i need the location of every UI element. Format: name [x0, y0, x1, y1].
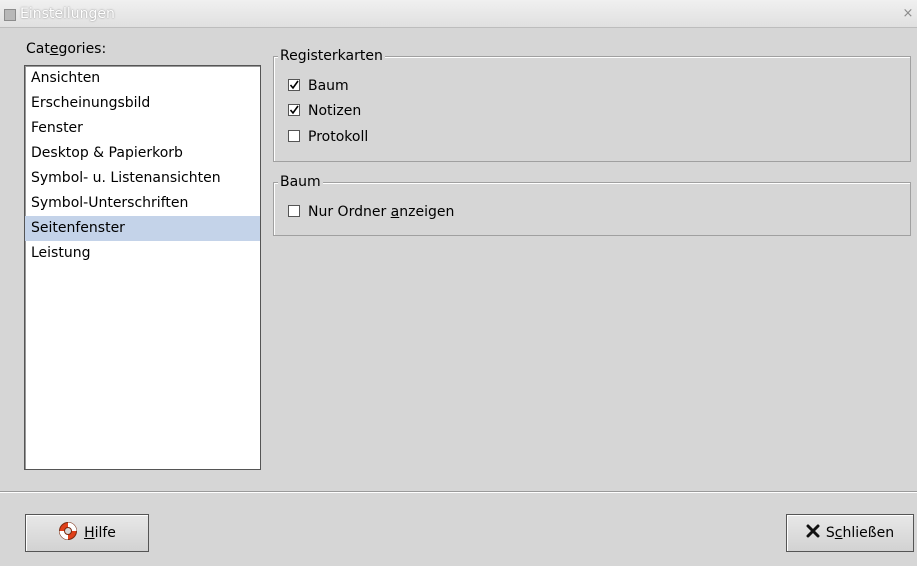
checkbox-nur-ordner-box[interactable]	[288, 205, 300, 217]
tabs-group-title: Registerkarten	[278, 47, 385, 65]
checkbox-baum-label: Baum	[308, 78, 349, 94]
categories-label: Categories:	[26, 41, 107, 57]
lifebuoy-icon	[58, 521, 78, 545]
category-item-leistung[interactable]: Leistung	[25, 241, 260, 266]
close-button-label: Schließen	[825, 525, 895, 541]
window-close-icon[interactable]: ×	[901, 6, 915, 22]
category-item-desktop-papierkorb[interactable]: Desktop & Papierkorb	[25, 141, 260, 166]
checkbox-baum-box[interactable]	[288, 79, 300, 91]
checkbox-notizen-label: Notizen	[308, 103, 362, 119]
category-item-symbol-listenansichten[interactable]: Symbol- u. Listenansichten	[25, 166, 260, 191]
help-button[interactable]: Hilfe	[25, 514, 149, 552]
checkbox-baum[interactable]: Baum	[288, 76, 349, 96]
window-menu-icon[interactable]	[4, 9, 16, 21]
tabs-groupbox: Registerkarten Baum Notizen Protokoll	[273, 47, 911, 162]
tree-group-title: Baum	[278, 173, 323, 191]
checkbox-notizen-box[interactable]	[288, 104, 300, 116]
category-item-fenster[interactable]: Fenster	[25, 116, 260, 141]
help-button-label: Hilfe	[84, 525, 116, 541]
checkbox-protokoll[interactable]: Protokoll	[288, 127, 368, 147]
checkbox-protokoll-box[interactable]	[288, 130, 300, 142]
checkbox-nur-ordner[interactable]: Nur Ordner anzeigen	[288, 202, 454, 222]
checkbox-notizen[interactable]: Notizen	[288, 101, 361, 121]
category-item-seitenfenster[interactable]: Seitenfenster	[25, 216, 260, 241]
checkbox-protokoll-label: Protokoll	[308, 129, 369, 145]
tree-groupbox: Baum Nur Ordner anzeigen	[273, 173, 911, 236]
category-item-symbol-unterschriften[interactable]: Symbol-Unterschriften	[25, 191, 260, 216]
window-titlebar[interactable]: Einstellungen ×	[0, 0, 917, 28]
checkbox-nur-ordner-label: Nur Ordner anzeigen	[308, 204, 455, 220]
category-item-erscheinungsbild[interactable]: Erscheinungsbild	[25, 91, 260, 116]
categories-list[interactable]: Ansichten Erscheinungsbild Fenster Deskt…	[24, 65, 261, 470]
x-icon	[806, 524, 820, 542]
category-item-ansichten[interactable]: Ansichten	[25, 66, 260, 91]
window-title: Einstellungen	[20, 6, 115, 22]
button-separator	[0, 491, 917, 493]
close-button[interactable]: Schließen	[786, 514, 914, 552]
